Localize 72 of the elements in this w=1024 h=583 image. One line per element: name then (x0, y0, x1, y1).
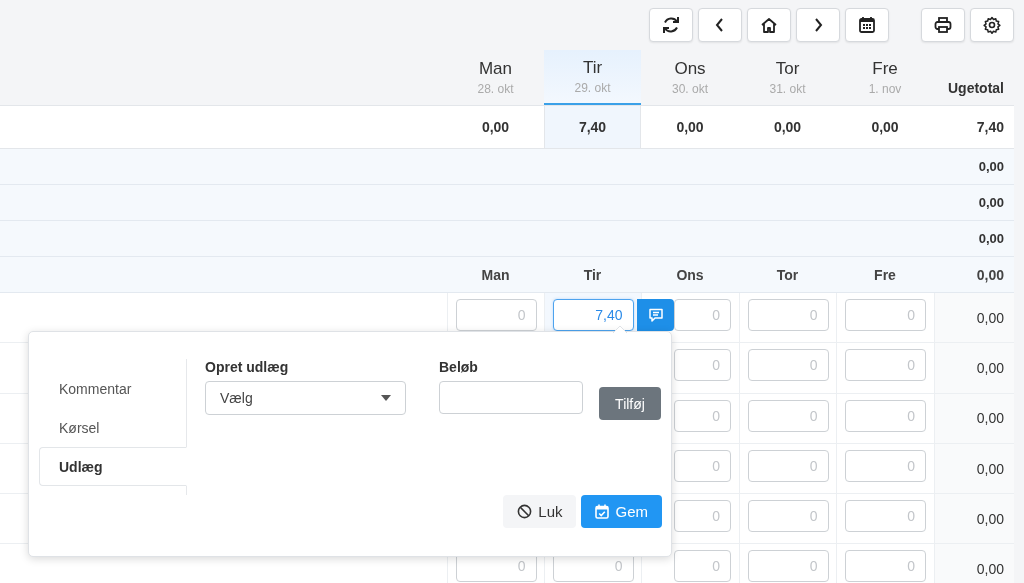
next-button[interactable] (796, 8, 840, 42)
column-header: Ugetotal (947, 79, 1005, 98)
add-button[interactable]: Tilføj (599, 387, 661, 420)
table-cell: 0,00 (978, 231, 1004, 246)
expense-dropdown[interactable]: Vælg (205, 381, 406, 415)
amount-field[interactable] (439, 381, 583, 414)
ban-icon (517, 504, 533, 519)
table-cell: 0,00 (676, 119, 704, 135)
table-cell: 0,00 (871, 119, 899, 135)
home-icon (759, 15, 779, 35)
table-cell: 0,00 (773, 119, 802, 135)
refresh-icon (661, 15, 681, 35)
table-cell: 7,40 (578, 119, 607, 135)
refresh-button[interactable] (649, 8, 693, 42)
table-cell: 0,00 (976, 410, 1004, 427)
table-cell: 0,00 (976, 561, 1004, 578)
calendar-icon (857, 15, 877, 35)
hours-field[interactable]: 0 (845, 550, 926, 583)
hours-field[interactable]: 0 (674, 500, 731, 533)
hours-field[interactable]: 0 (747, 550, 829, 583)
table-cell: 0,00 (976, 460, 1004, 477)
hours-field[interactable]: 0 (845, 449, 926, 482)
calendar-check-icon (595, 504, 610, 519)
table-cell: 0,00 (976, 510, 1004, 527)
popup-tab[interactable]: Kommentar (39, 369, 187, 408)
comment-button[interactable] (637, 299, 674, 331)
hours-field[interactable]: 0 (674, 299, 731, 331)
hours-field[interactable]: 0 (747, 349, 829, 382)
previous-button[interactable] (698, 8, 742, 42)
column-header: Tor (776, 266, 799, 283)
home-button[interactable] (747, 8, 791, 42)
hours-field[interactable]: 0 (674, 449, 731, 482)
column-header: Tir (583, 266, 602, 283)
hours-field[interactable]: 0 (747, 299, 829, 331)
column-header: Fre (874, 266, 896, 283)
table-cell: 0,00 (976, 359, 1004, 376)
close-button[interactable]: Luk (503, 495, 577, 528)
table-cell: 0,00 (978, 159, 1004, 174)
field-label: Opret udlæg (205, 359, 290, 375)
day-tab[interactable]: Tir 29. okt (544, 50, 641, 105)
settings-icon (982, 15, 1002, 35)
column-header: Ons (676, 266, 704, 283)
table-cell: 0,00 (976, 266, 1004, 283)
day-tab[interactable]: Tor 31. okt (739, 50, 836, 105)
comment-icon (647, 307, 664, 323)
column-header: Man (481, 266, 510, 283)
hours-field[interactable]: 0 (674, 349, 731, 382)
field-label: Beløb (439, 359, 479, 375)
hours-field[interactable]: 0 (845, 349, 926, 382)
popup-tab[interactable]: Udlæg (39, 447, 187, 486)
hours-field[interactable]: 0 (674, 550, 731, 583)
hours-field[interactable]: 0 (674, 399, 731, 432)
table-cell: 0,00 (978, 195, 1004, 210)
day-tab[interactable]: Ons 30. okt (641, 50, 739, 105)
popup-tab[interactable]: Kørsel (39, 408, 187, 447)
settings-button[interactable] (970, 8, 1014, 42)
hours-field[interactable]: 7,40 (552, 299, 634, 331)
printer-icon (933, 15, 953, 35)
hours-field[interactable]: 0 (455, 299, 537, 331)
hours-field[interactable]: 0 (845, 299, 926, 331)
hours-field[interactable]: 0 (747, 500, 829, 533)
table-cell: 0,00 (481, 119, 510, 135)
hours-field[interactable]: 0 (845, 399, 926, 432)
table-cell: 0,00 (976, 309, 1004, 326)
table-cell: 7,40 (976, 119, 1004, 135)
day-tab[interactable]: Man 28. okt (447, 50, 544, 105)
hours-field[interactable]: 0 (747, 449, 829, 482)
hours-field[interactable]: 0 (747, 399, 829, 432)
hours-field[interactable]: 0 (845, 500, 926, 533)
day-tab[interactable]: Fre 1. nov (836, 50, 934, 105)
print-button[interactable] (921, 8, 965, 42)
calendar-button[interactable] (845, 8, 889, 42)
